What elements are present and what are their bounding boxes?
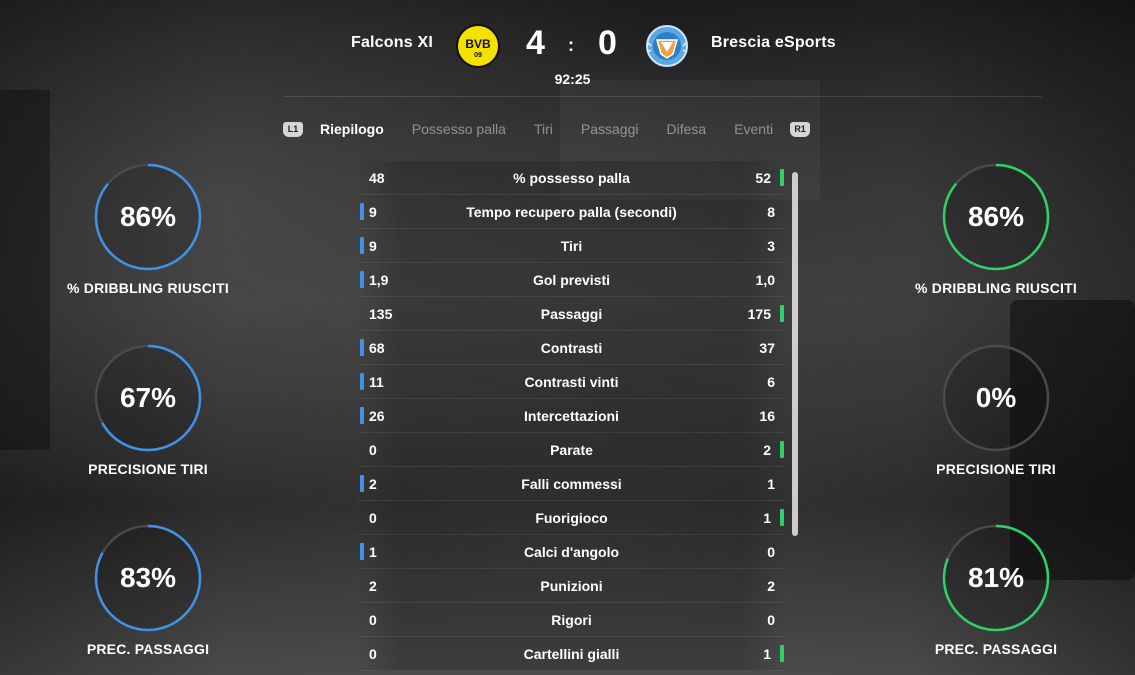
l1-button-hint-icon[interactable]: L1 <box>283 121 303 137</box>
home-shots-label: PRECISIONE TIRI <box>88 461 208 477</box>
away-team-crest-icon <box>645 24 689 68</box>
stat-away-value: 3 <box>767 238 775 254</box>
home-score: 4 <box>526 24 545 62</box>
stat-away-value: 1 <box>763 646 771 662</box>
stat-label: Fuorigioco <box>535 510 608 526</box>
stat-row: 0 Parate 2 <box>358 433 785 467</box>
stat-away-value: 37 <box>759 340 775 356</box>
match-clock: 92:25 <box>554 71 591 87</box>
stat-away-value: 175 <box>747 306 771 322</box>
stat-label: Falli commessi <box>521 476 622 492</box>
tab-eventi[interactable]: Eventi <box>734 121 773 137</box>
stat-row: 9 Tempo recupero palla (secondi) 8 <box>358 195 785 229</box>
stat-row: 135 Passaggi 175 <box>358 297 785 331</box>
stat-row: 26 Intercettazioni 16 <box>358 399 785 433</box>
home-shots-value: 67% <box>119 382 177 413</box>
stat-row: 1 Calci d'angolo 0 <box>358 535 785 569</box>
stat-away-value: 8 <box>767 204 775 220</box>
home-passes-value: 83% <box>119 562 177 593</box>
stat-away-value: 2 <box>763 442 771 458</box>
home-team-crest-icon: BVB 09 <box>456 24 500 68</box>
away-leader-bar <box>780 169 784 186</box>
stat-label: Tiri <box>560 238 583 254</box>
stat-row: 0 Fuorigioco 1 <box>358 501 785 535</box>
stat-label: Contrasti <box>540 340 603 356</box>
stat-label: Parate <box>550 442 593 458</box>
stats-scrollbar-thumb[interactable] <box>792 172 798 536</box>
home-team-name: Falcons XI <box>350 34 433 51</box>
stat-away-value: 1 <box>763 510 771 526</box>
r1-button-hint-icon[interactable]: R1 <box>790 121 811 137</box>
away-passes-value: 81% <box>967 562 1025 593</box>
stat-away-value: 0 <box>767 612 775 628</box>
away-ring-shots: 0% PRECISIONE TIRI <box>886 344 1106 477</box>
stat-row: 68 Contrasti 37 <box>358 331 785 365</box>
home-crest-text: BVB <box>465 37 491 51</box>
away-team-name: Brescia eSports <box>711 34 836 51</box>
stat-label: Intercettazioni <box>524 408 619 424</box>
away-ring-dribbling: 86% % DRIBBLING RIUSCITI <box>886 163 1106 296</box>
tab-difesa[interactable]: Difesa <box>666 121 706 137</box>
home-ring-passes: 83% PREC. PASSAGGI <box>38 524 258 657</box>
stat-row: 9 Tiri 3 <box>358 229 785 263</box>
stat-row: 11 Contrasti vinti 6 <box>358 365 785 399</box>
stat-away-value: 1 <box>767 476 775 492</box>
stat-row: 2 Falli commessi 1 <box>358 467 785 501</box>
stat-away-value: 16 <box>759 408 775 424</box>
home-ring-shots: 67% PRECISIONE TIRI <box>38 344 258 477</box>
stats-list[interactable]: 48% possesso palla 52 9 Tempo recupero pall… <box>358 161 785 671</box>
stat-away-value: 6 <box>767 374 775 390</box>
tab-tiri[interactable]: Tiri <box>534 121 553 137</box>
stat-label: Punizioni <box>540 578 603 594</box>
tab-possesso-palla[interactable]: Possesso palla <box>412 121 506 137</box>
away-leader-bar <box>780 441 784 458</box>
away-score: 0 <box>598 24 617 62</box>
stat-row: 48% possesso palla 52 <box>358 161 785 195</box>
scoreboard: Falcons XI BVB 09 4 : 0 Brescia eSports … <box>0 20 1135 90</box>
away-leader-bar <box>780 305 784 322</box>
stat-label: Rigori <box>551 612 592 628</box>
home-passes-label: PREC. PASSAGGI <box>86 641 210 657</box>
home-ring-dribbling: 86% % DRIBBLING RIUSCITI <box>38 163 258 296</box>
stat-row: 2 Punizioni 2 <box>358 569 785 603</box>
away-leader-bar <box>780 509 784 526</box>
stat-row: 0 Rigori 0 <box>358 603 785 637</box>
home-dribbling-value: 86% <box>119 201 177 232</box>
stat-label: Calci d'angolo <box>523 544 620 560</box>
score-separator: : <box>568 35 574 55</box>
stat-row: 1,9 Gol previsti 1,0 <box>358 263 785 297</box>
stats-tab-bar: L1 Riepilogo Possesso palla Tiri Passagg… <box>283 118 811 140</box>
stat-away-value: 2 <box>767 578 775 594</box>
home-dribbling-label: % DRIBBLING RIUSCITI <box>67 280 229 296</box>
stat-label: % possesso palla <box>513 170 630 186</box>
away-shots-value: 0% <box>975 382 1017 413</box>
away-passes-label: PREC. PASSAGGI <box>934 641 1058 657</box>
stat-label: Contrasti vinti <box>524 374 619 390</box>
away-ring-passes: 81% PREC. PASSAGGI <box>886 524 1106 657</box>
tab-riepilogo[interactable]: Riepilogo <box>320 121 384 137</box>
away-dribbling-value: 86% <box>967 201 1025 232</box>
tab-passaggi[interactable]: Passaggi <box>581 121 639 137</box>
stat-label: Passaggi <box>540 306 603 322</box>
stat-away-value: 1,0 <box>755 272 775 288</box>
away-dribbling-label: % DRIBBLING RIUSCITI <box>915 280 1077 296</box>
stat-label: Cartellini gialli <box>523 646 620 662</box>
header-divider <box>283 96 1042 97</box>
stat-row: 0 Cartellini gialli 1 <box>358 637 785 671</box>
stat-away-value: 52 <box>755 170 771 186</box>
home-crest-subtext: 09 <box>474 52 482 59</box>
stat-label: Tempo recupero palla (secondi) <box>466 204 677 220</box>
away-leader-bar <box>780 645 784 662</box>
away-shots-label: PRECISIONE TIRI <box>936 461 1056 477</box>
stat-label: Gol previsti <box>532 272 611 288</box>
stat-away-value: 0 <box>767 544 775 560</box>
